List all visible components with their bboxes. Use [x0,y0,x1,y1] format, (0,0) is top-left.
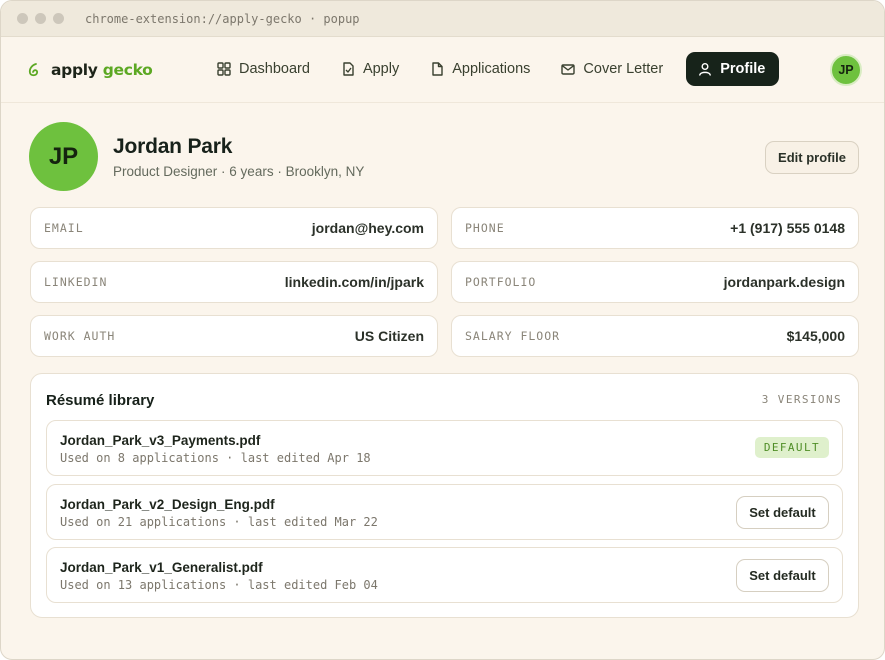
brand-logo[interactable]: apply gecko [27,61,153,79]
nav-item-cover-letter[interactable]: Cover Letter [553,52,671,86]
default-badge: DEFAULT [754,437,829,458]
profile-avatar: JP [29,122,98,191]
mail-icon [561,64,576,75]
grid-icon [217,62,231,76]
brand-name-apply: apply [51,60,98,79]
profile-header: JP Jordan Park Product Designer · 6 year… [29,122,364,191]
window-maximize-dot[interactable] [53,13,64,24]
field-label: SALARY FLOOR [465,329,561,343]
document-check-icon [343,62,354,76]
field-email[interactable]: EMAIL jordan@hey.com [30,207,438,249]
resume-meta: Used on 21 applications · last edited Ma… [60,515,378,529]
profile-subtitle: Product Designer · 6 years · Brooklyn, N… [113,163,365,179]
top-nav: apply gecko Dashboard Apply Applications… [1,37,884,103]
field-value: jordan@hey.com [311,220,424,236]
extension-popup-window: chrome-extension://apply-gecko · popup a… [0,0,885,660]
resume-filename: Jordan_Park_v3_Payments.pdf [60,433,261,448]
resume-filename: Jordan_Park_v2_Design_Eng.pdf [60,497,275,512]
window-close-dot[interactable] [17,13,28,24]
nav-item-apply[interactable]: Apply [333,52,407,86]
field-linkedin[interactable]: LINKEDIN linkedin.com/in/jpark [30,261,438,303]
field-value: +1 (917) 555 0148 [730,220,845,236]
nav-item-label: Cover Letter [583,61,664,77]
resume-version-count: 3 VERSIONS [761,393,842,406]
field-value: jordanpark.design [723,274,845,290]
user-icon [699,63,712,76]
nav-item-label: Profile [720,61,766,77]
field-salary-floor[interactable]: SALARY FLOOR $145,000 [451,315,859,357]
profile-name: Jordan Park [113,134,233,158]
field-label: LINKEDIN [44,275,108,289]
field-label: PHONE [465,221,505,235]
nav-item-dashboard[interactable]: Dashboard [209,52,318,86]
brand-name-gecko: gecko [102,60,153,79]
field-value: linkedin.com/in/jpark [284,274,424,290]
window-minimize-dot[interactable] [35,13,46,24]
profile-identity: Jordan Park Product Designer · 6 years ·… [113,135,364,179]
resume-item[interactable]: Jordan_Park_v2_Design_Eng.pdf Used on 21… [46,484,843,540]
resume-library: Résumé library 3 VERSIONS Jordan_Park_v3… [30,373,859,618]
set-default-button[interactable]: Set default [736,559,829,592]
title-bar: chrome-extension://apply-gecko · popup [1,1,884,37]
field-label: WORK AUTH [44,329,116,343]
nav-item-applications[interactable]: Applications [422,52,538,86]
resume-meta: Used on 13 applications · last edited Fe… [60,578,378,592]
resume-item[interactable]: Jordan_Park_v3_Payments.pdf Used on 8 ap… [46,420,843,476]
resume-item[interactable]: Jordan_Park_v1_Generalist.pdf Used on 13… [46,547,843,603]
field-work-auth[interactable]: WORK AUTH US Citizen [30,315,438,357]
nav-item-label: Apply [362,61,400,77]
nav-item-profile[interactable]: Profile [686,52,780,86]
field-portfolio[interactable]: PORTFOLIO jordanpark.design [451,261,859,303]
resume-library-title: Résumé library [46,392,155,409]
brand-name: apply gecko [51,61,153,79]
nav-item-label: Applications [452,61,531,77]
field-value: $145,000 [786,328,845,344]
file-icon [432,62,443,76]
set-default-button[interactable]: Set default [736,496,829,529]
resume-filename: Jordan_Park_v1_Generalist.pdf [60,560,263,575]
resume-meta: Used on 8 applications · last edited Apr… [60,451,371,465]
field-label: EMAIL [44,221,84,235]
edit-profile-button[interactable]: Edit profile [765,141,859,174]
gecko-logo-icon [28,62,39,76]
field-value: US Citizen [354,328,424,344]
nav-item-label: Dashboard [239,61,310,77]
window-url: chrome-extension://apply-gecko · popup [85,11,360,26]
user-avatar[interactable]: JP [830,54,862,86]
field-label: PORTFOLIO [465,275,537,289]
field-phone[interactable]: PHONE +1 (917) 555 0148 [451,207,859,249]
nav-links: Dashboard Apply Applications Cover Lette… [209,52,794,86]
